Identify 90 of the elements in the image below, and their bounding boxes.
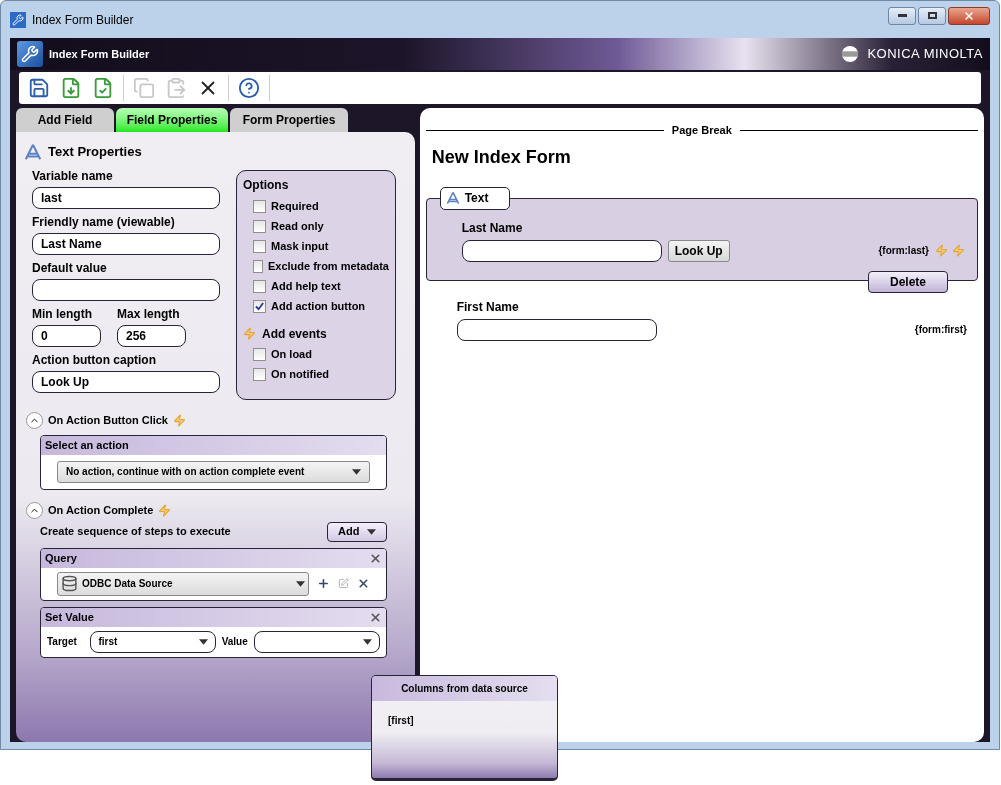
step-title: Query [45, 550, 77, 566]
text-field[interactable]: Last Name [32, 232, 220, 255]
text-field[interactable]: 0 [32, 324, 101, 347]
checkbox[interactable] [253, 200, 266, 213]
field-label: First Name [456, 298, 520, 316]
collapse-toggle[interactable] [26, 501, 43, 519]
close-icon [963, 9, 975, 22]
app-title: Index Form Builder [49, 46, 150, 62]
text-field[interactable]: Look Up [32, 370, 220, 393]
checkbox[interactable] [253, 260, 263, 273]
field-type-tag: Text [439, 186, 510, 210]
field-label: Variable name [32, 167, 114, 184]
source-dropdown[interactable]: ODBC Data Source [57, 571, 310, 596]
checkmark-icon [255, 302, 264, 311]
dropdown-arrow-icon [296, 580, 306, 587]
look-up-button[interactable]: Look Up [667, 239, 730, 262]
text-field[interactable] [32, 278, 220, 301]
checkbox[interactable] [253, 240, 266, 253]
section-title: On Action Button Click [48, 412, 168, 428]
value-dropdown[interactable] [253, 630, 380, 653]
checkbox-label: Required [271, 199, 319, 215]
letter-a-icon [24, 142, 42, 161]
popup-title: Columns from data source [401, 682, 528, 696]
checkbox-label: Exclude from metadata [267, 259, 389, 275]
page-break-label: Page Break [671, 123, 732, 138]
maximize-button[interactable] [918, 6, 946, 25]
dropdown-arrow-icon [363, 638, 372, 645]
action-dropdown[interactable]: No action, continue with on action complete event [57, 460, 370, 483]
target-dropdown[interactable]: first [90, 630, 216, 653]
minimize-button[interactable] [888, 6, 916, 25]
section-title: On Action Complete [48, 502, 154, 518]
events-title: Add events [262, 325, 327, 343]
save-icon[interactable] [27, 76, 51, 100]
close-button[interactable] [948, 6, 990, 25]
field-label: Default value [32, 259, 108, 276]
checkbox[interactable] [253, 368, 266, 381]
letter-a-icon [445, 191, 460, 205]
checkbox-label: Mask input [271, 239, 329, 255]
field-label: Last Name [461, 219, 524, 237]
dropdown-arrow-icon [367, 528, 376, 535]
text-field[interactable]: 256 [117, 324, 186, 347]
form-title: New Index Form [431, 145, 572, 169]
text-field[interactable] [456, 318, 657, 341]
add-button[interactable]: Add [327, 521, 387, 542]
lightning-icon [935, 244, 948, 257]
brand-name: KONICA MINOLTA [867, 45, 983, 64]
checkbox[interactable] [253, 348, 266, 361]
target-label: Target [47, 635, 78, 649]
help-icon[interactable] [237, 76, 261, 100]
box-title: Select an action [45, 437, 129, 453]
checkbox-label: Add action button [271, 299, 366, 315]
lightning-icon [952, 244, 965, 257]
options-title: Options [243, 176, 290, 194]
delete-button[interactable]: Delete [868, 270, 948, 293]
remove-icon[interactable] [357, 577, 370, 590]
checkbox[interactable] [253, 280, 266, 293]
checkbox-label: Add help text [271, 279, 341, 295]
checkbox[interactable] [253, 300, 266, 313]
value-label: Value [221, 635, 248, 649]
field-token: {form:first} [914, 323, 967, 337]
tab[interactable]: Field Properties [116, 108, 228, 132]
text-field[interactable] [461, 239, 662, 262]
tab[interactable]: Form Properties [230, 108, 348, 132]
checkbox-label: Read only [271, 219, 324, 235]
checkbox-label: On load [271, 347, 312, 363]
tab[interactable]: Add Field [16, 108, 114, 132]
dropdown-arrow-icon [198, 638, 208, 645]
lightning-icon [173, 413, 186, 427]
lightning-icon [158, 503, 172, 517]
step-title: Set Value [45, 609, 94, 625]
field-label: Min length [32, 305, 93, 322]
collapse-toggle[interactable] [26, 411, 43, 429]
field-label: Action button caption [32, 351, 157, 368]
field-token: {form:last} [878, 244, 929, 258]
checkbox[interactable] [253, 220, 266, 233]
text-field[interactable]: last [32, 186, 220, 209]
checkbox-label: On notified [271, 367, 330, 383]
field-card[interactable]: First Name {form:first} [425, 292, 978, 342]
app-icon [10, 11, 26, 28]
add-icon[interactable] [317, 577, 331, 590]
field-label: Max length [117, 305, 181, 322]
steps-hint: Create sequence of steps to execute [40, 524, 231, 540]
column-item[interactable]: [first] [388, 713, 541, 728]
panel-title: Text Properties [48, 143, 142, 161]
lightning-icon [243, 327, 256, 340]
app-logo [17, 41, 43, 67]
window-title: Index Form Builder [32, 11, 134, 29]
database-icon [61, 575, 78, 592]
dropdown-arrow-icon [352, 468, 361, 475]
field-label: Friendly name (viewable) [32, 213, 176, 230]
